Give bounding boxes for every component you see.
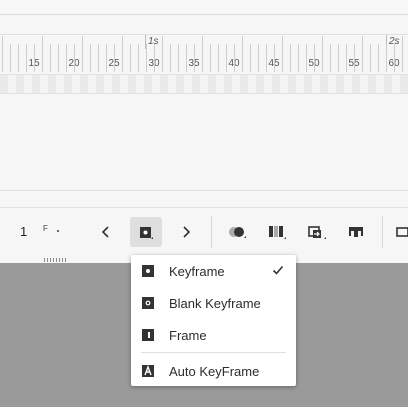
keyframe-icon xyxy=(142,265,154,277)
paste-frames-button[interactable] xyxy=(306,222,328,242)
menu-item-auto-keyframe[interactable]: Auto KeyFrame xyxy=(131,357,296,385)
auto-keyframe-icon xyxy=(142,365,154,377)
ruler-tick xyxy=(306,44,307,72)
ruler-tick xyxy=(234,44,235,72)
blank-keyframe-icon xyxy=(142,297,154,309)
toolbar-separator-2 xyxy=(382,216,383,248)
ruler-tick xyxy=(114,44,115,72)
loop-icon xyxy=(396,227,408,237)
ruler-tick xyxy=(122,36,123,72)
timeline-header-strip xyxy=(0,0,408,15)
menu-item-label: Keyframe xyxy=(169,263,225,279)
ruler-tick xyxy=(74,44,75,72)
ruler-tick xyxy=(258,44,259,72)
ruler-tick xyxy=(242,36,243,72)
paste-frames-icon xyxy=(308,226,326,239)
ruler-tick xyxy=(218,44,219,72)
checkmark-icon xyxy=(272,265,284,275)
ruler-tick xyxy=(354,44,355,72)
ruler-tick xyxy=(154,44,155,72)
menu-item-label: Blank Keyframe xyxy=(169,295,261,311)
frame-unit-label: F xyxy=(43,224,48,233)
ruler-tick xyxy=(386,44,387,72)
ruler-tick xyxy=(402,36,403,72)
ruler-tick xyxy=(138,44,139,72)
ruler-tick xyxy=(346,44,347,72)
ruler-tick xyxy=(210,44,211,72)
menu-item-label: Frame xyxy=(169,327,207,343)
ruler-tick xyxy=(202,36,203,72)
toolbar-separator xyxy=(211,216,212,248)
ruler-tick xyxy=(226,44,227,72)
ruler-tick xyxy=(290,44,291,72)
ruler-tick xyxy=(106,44,107,72)
ruler-tick xyxy=(194,44,195,72)
menu-item-blank-keyframe[interactable]: Blank Keyframe xyxy=(131,289,296,317)
next-keyframe-button[interactable] xyxy=(176,222,196,242)
frame-icon xyxy=(142,329,154,341)
ruler-tick xyxy=(146,44,147,72)
ruler-tick xyxy=(298,44,299,72)
frame-unit-dot xyxy=(57,230,59,232)
toolbar-divider xyxy=(0,207,408,208)
ruler-tick xyxy=(18,44,19,72)
ruler-tick xyxy=(250,44,251,72)
ruler-tick xyxy=(266,44,267,72)
ruler-tick xyxy=(162,36,163,72)
ruler-tick xyxy=(362,36,363,72)
multiple-frames-icon xyxy=(269,226,286,239)
ruler-tick xyxy=(34,44,35,72)
ruler-tick xyxy=(10,44,11,72)
ruler-tick xyxy=(274,44,275,72)
frame-track[interactable] xyxy=(0,74,408,94)
onion-skin-icon xyxy=(229,227,246,238)
timeline-divider xyxy=(0,190,408,191)
ruler-tick xyxy=(330,44,331,72)
ruler-tick xyxy=(282,36,283,72)
keyframe-dropdown-menu: Keyframe Blank Keyframe Frame Auto KeyFr… xyxy=(131,255,296,386)
insert-frame-icon xyxy=(349,227,363,237)
ruler-tick xyxy=(50,44,51,72)
insert-frame-button[interactable] xyxy=(345,222,367,242)
ruler-tick xyxy=(338,44,339,72)
keyframe-icon xyxy=(140,227,153,239)
chevron-left-icon xyxy=(101,226,109,238)
chevron-right-icon xyxy=(183,226,191,238)
ruler-tick xyxy=(178,44,179,72)
ruler-tick xyxy=(186,44,187,72)
ruler-tick xyxy=(58,44,59,72)
ruler-tick xyxy=(42,36,43,72)
edit-multiple-frames-button[interactable] xyxy=(266,222,288,242)
onion-skin-button[interactable] xyxy=(226,222,248,242)
ruler-tick xyxy=(394,44,395,72)
ruler-tick xyxy=(26,44,27,72)
ruler-tick xyxy=(314,44,315,72)
menu-separator xyxy=(141,352,286,353)
ruler-tick xyxy=(370,44,371,72)
ruler-tick xyxy=(130,44,131,72)
loop-button[interactable] xyxy=(394,222,408,242)
ruler-tick xyxy=(98,44,99,72)
ruler-tick xyxy=(2,36,3,72)
menu-item-frame[interactable]: Frame xyxy=(131,321,296,349)
horizontal-scroll-grip[interactable] xyxy=(44,258,66,262)
keyframe-button-icon-wrap xyxy=(136,223,156,243)
ruler-tick xyxy=(378,44,379,72)
ruler-tick xyxy=(90,44,91,72)
previous-keyframe-button[interactable] xyxy=(96,222,116,242)
menu-item-keyframe[interactable]: Keyframe xyxy=(131,257,296,285)
menu-item-label: Auto KeyFrame xyxy=(169,363,260,379)
ruler-tick xyxy=(66,44,67,72)
ruler-tick xyxy=(170,44,171,72)
timeline-panel: 1s 2s 15 20 25 30 35 40 45 50 55 60 1 F xyxy=(0,0,408,263)
ruler-tick xyxy=(322,36,323,72)
ruler-tick xyxy=(82,36,83,72)
current-frame-number[interactable]: 1 xyxy=(20,224,27,239)
